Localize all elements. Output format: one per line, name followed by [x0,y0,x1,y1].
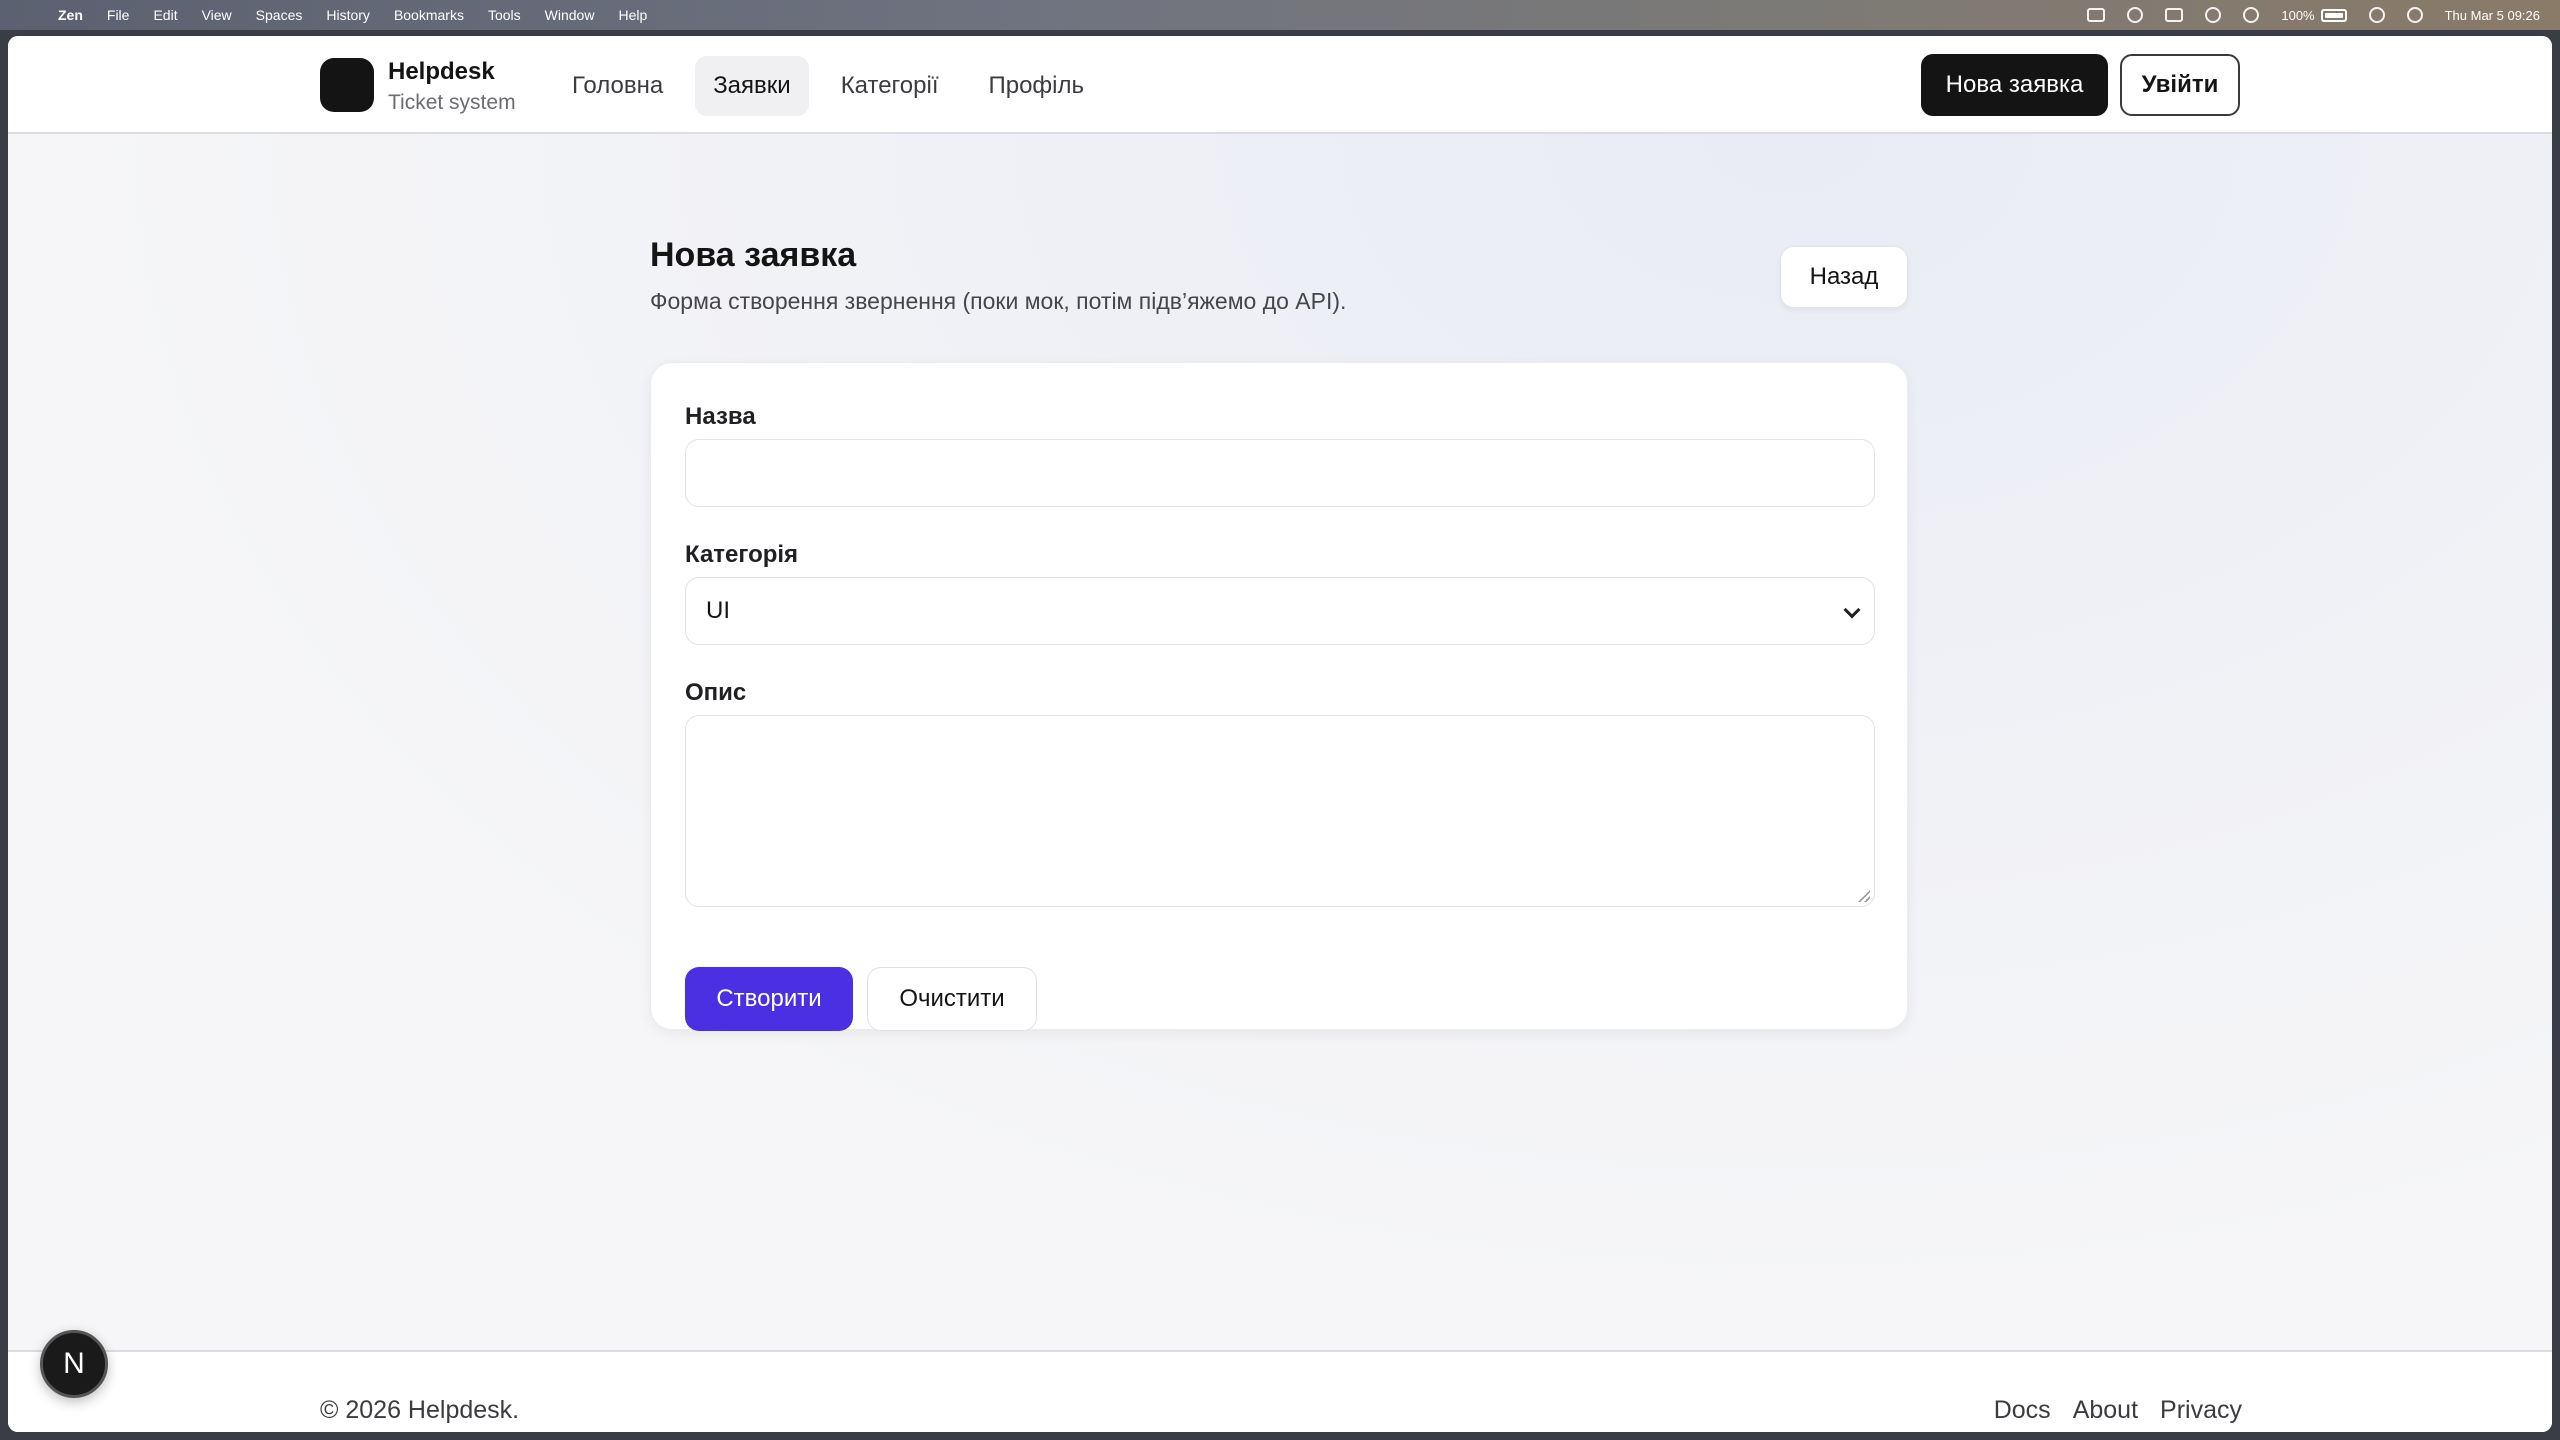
footer-links: Docs About Privacy [1994,1396,2242,1425]
menu-bookmarks[interactable]: Bookmarks [394,7,464,23]
footer-link-about[interactable]: About [2073,1396,2138,1425]
nav-item-tickets[interactable]: Заявки [695,56,809,116]
status-icon[interactable] [2165,8,2184,22]
nav-item-profile[interactable]: Профіль [970,56,1102,116]
menu-history[interactable]: History [326,7,370,23]
description-label: Опис [685,679,747,706]
apple-icon[interactable] [18,6,34,24]
copyright-text: © 2026 Helpdesk. [320,1396,520,1424]
menu-file[interactable]: File [107,7,130,23]
resize-handle-icon[interactable] [1858,890,1870,902]
login-button[interactable]: Увійти [2120,54,2240,116]
back-button[interactable]: Назад [1780,246,1908,308]
battery-percent: 100% [2281,7,2315,23]
page-description: Форма створення звернення (поки мок, пот… [650,288,1347,314]
menu-spaces[interactable]: Spaces [256,7,303,23]
nextjs-dev-badge[interactable]: N [40,1330,108,1398]
footer-link-docs[interactable]: Docs [1994,1396,2051,1425]
wifi-icon[interactable] [2368,7,2385,23]
menu-clock[interactable]: Thu Mar 5 09:26 [2445,8,2540,23]
description-textarea[interactable] [685,715,1875,907]
control-center-icon[interactable] [2406,7,2423,23]
macos-menu-bar: Zen File Edit View Spaces History Bookma… [0,0,2560,30]
browser-window: Helpdesk Ticket system Головна Заявки Ка… [8,36,2552,1432]
menu-help[interactable]: Help [618,7,647,23]
footer-link-privacy[interactable]: Privacy [2160,1396,2242,1425]
category-select[interactable]: UI [685,577,1875,645]
status-icon[interactable] [2127,7,2144,23]
menu-edit[interactable]: Edit [153,7,177,23]
battery-icon [2320,8,2347,22]
main-nav: Головна Заявки Категорії Профіль [554,56,1102,116]
ticket-form: Назва Категорія UI Опис Створити Очистит… [650,362,1908,1031]
status-icon[interactable] [2205,7,2222,23]
page-title: Нова заявка [650,236,857,274]
category-label: Категорія [685,541,799,568]
site-footer: © 2026 Helpdesk. Docs About Privacy [8,1350,2552,1432]
status-icon[interactable] [2087,8,2106,22]
clear-button[interactable]: Очистити [867,967,1037,1031]
brand-subtitle: Ticket system [388,91,516,114]
nav-item-categories[interactable]: Категорії [823,56,957,116]
site-header: Helpdesk Ticket system Головна Заявки Ка… [8,36,2552,134]
menu-tools[interactable]: Tools [488,7,521,23]
status-icon[interactable] [2243,7,2260,23]
new-ticket-button[interactable]: Нова заявка [1921,54,2108,116]
battery-indicator[interactable]: 100% [2281,7,2347,23]
menu-window[interactable]: Window [545,7,595,23]
menu-view[interactable]: View [202,7,232,23]
nav-item-home[interactable]: Головна [554,56,681,116]
brand-title[interactable]: Helpdesk [388,58,495,86]
category-selected-value: UI [706,597,730,624]
name-label: Назва [685,403,756,430]
brand-logo[interactable] [320,58,374,112]
create-button[interactable]: Створити [685,967,853,1031]
chevron-down-icon [1843,601,1861,619]
name-input[interactable] [685,439,1875,507]
menu-app-name[interactable]: Zen [58,7,83,23]
